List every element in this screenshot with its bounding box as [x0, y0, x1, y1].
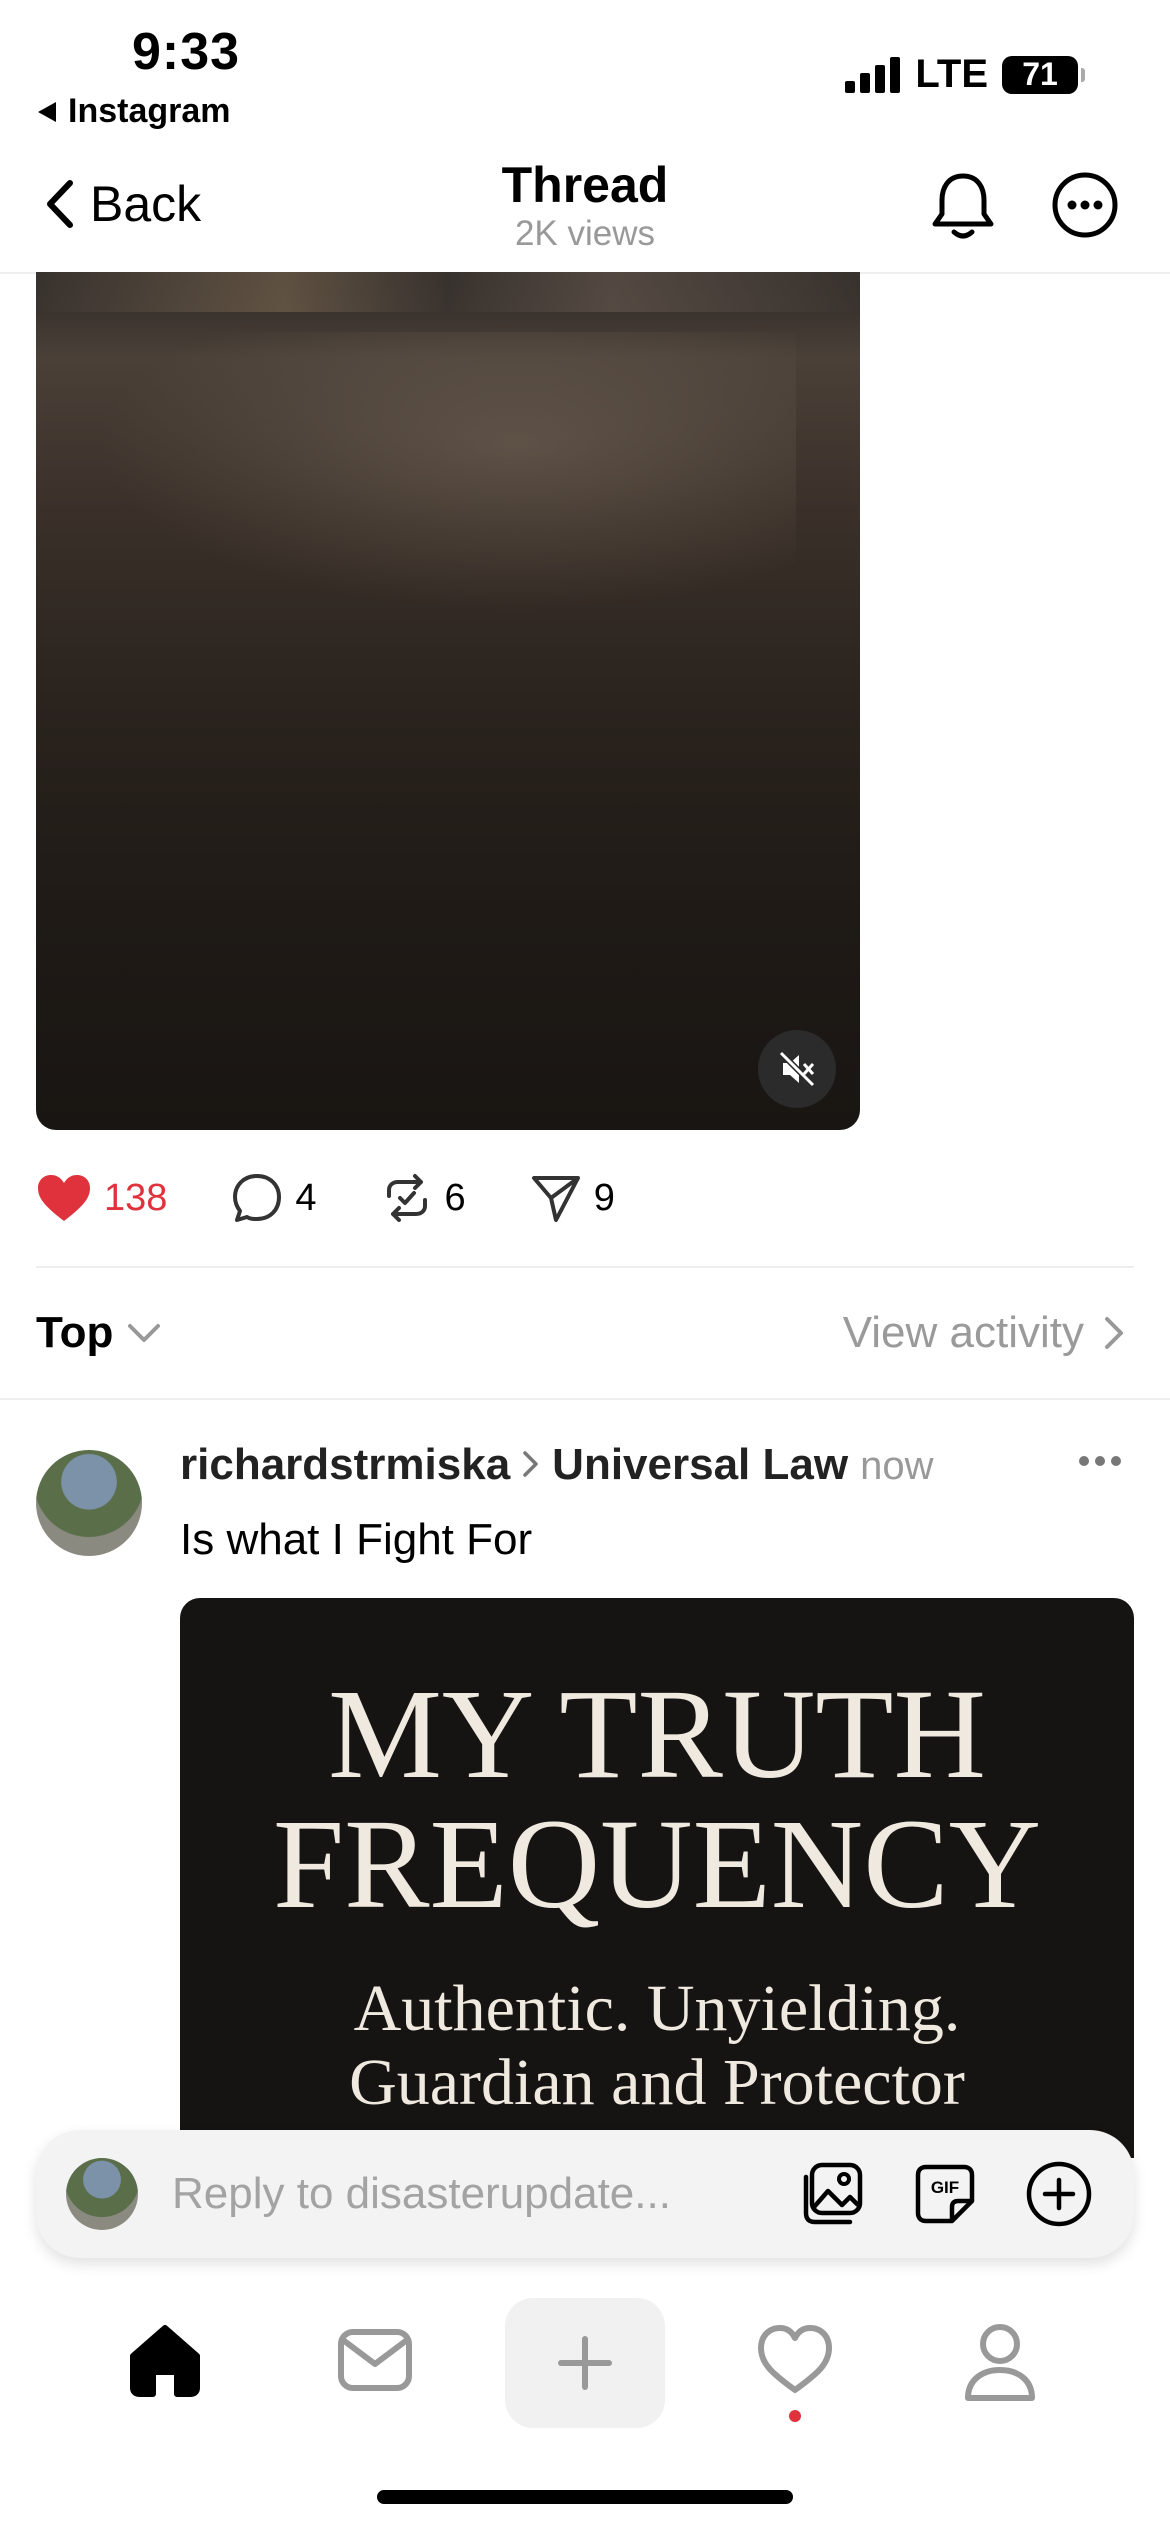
speaker-muted-icon: [778, 1050, 816, 1088]
image-text-line2: FREQUENCY: [272, 1793, 1042, 1935]
reply-composer[interactable]: Reply to disasterupdate... GIF: [36, 2130, 1134, 2258]
chevron-down-icon: [128, 1324, 161, 1342]
reply-author-avatar[interactable]: [36, 1450, 142, 1556]
video-frame-lights: [36, 272, 860, 312]
new-post-button[interactable]: [505, 2298, 665, 2428]
reply-time: now: [860, 1444, 934, 1488]
repost-icon: [386, 1174, 427, 1222]
repost-button[interactable]: 6: [381, 1172, 466, 1224]
plus-icon: [558, 2336, 612, 2390]
chevron-right-icon: [523, 1451, 538, 1477]
sort-dropdown[interactable]: Top: [36, 1308, 161, 1358]
battery-icon: 71: [1002, 55, 1085, 94]
image-text-line4: Guardian and Protector: [349, 2046, 965, 2119]
profile-icon[interactable]: [960, 2322, 1040, 2402]
activity-heart-icon[interactable]: [755, 2322, 835, 2398]
bell-icon[interactable]: [930, 170, 996, 242]
home-indicator: [377, 2490, 793, 2504]
mute-button[interactable]: [758, 1030, 836, 1108]
video-frame-reflection: [96, 332, 796, 612]
reply-text: Is what I Fight For: [180, 1515, 533, 1564]
reply-topic[interactable]: Universal Law: [552, 1440, 848, 1490]
back-to-app-link[interactable]: Instagram: [36, 92, 231, 131]
sort-label: Top: [36, 1308, 114, 1357]
status-indicators: LTE 71: [845, 52, 1085, 97]
home-icon[interactable]: [125, 2322, 205, 2398]
view-activity-link[interactable]: View activity: [843, 1308, 1124, 1358]
gif-icon[interactable]: GIF: [912, 2161, 978, 2227]
sort-divider: [0, 1398, 1170, 1400]
network-label: LTE: [915, 52, 988, 96]
back-arrow-icon: [38, 101, 56, 122]
post-more-icon[interactable]: [1078, 1454, 1122, 1468]
share-button[interactable]: 9: [530, 1172, 615, 1224]
post-actions: 138 4 6 9: [36, 1172, 679, 1224]
actions-divider: [36, 1266, 1134, 1268]
back-app-label: Instagram: [68, 92, 231, 130]
image-text-line3: Authentic. Unyielding.: [353, 1972, 961, 2045]
reply-username[interactable]: richardstrmiska: [180, 1440, 510, 1490]
composer-avatar: [66, 2158, 138, 2230]
notification-dot: [789, 2410, 801, 2422]
like-count: 138: [104, 1176, 168, 1219]
photo-icon[interactable]: [800, 2161, 866, 2227]
signal-icon: [845, 56, 901, 93]
composer-actions: GIF: [800, 2159, 1094, 2229]
repost-count: 6: [444, 1176, 466, 1219]
status-time: 9:33: [132, 23, 241, 81]
heart-filled-icon: [38, 1175, 90, 1221]
view-activity-label: View activity: [842, 1308, 1084, 1357]
reply-input[interactable]: Reply to disasterupdate...: [172, 2169, 800, 2219]
like-button[interactable]: 138: [36, 1173, 167, 1223]
add-circle-icon[interactable]: [1024, 2159, 1094, 2229]
inbox-icon[interactable]: [335, 2322, 415, 2398]
share-count: 9: [593, 1176, 615, 1219]
reply-post-header: richardstrmiska Universal Law now: [180, 1440, 933, 1490]
post-video[interactable]: [36, 272, 860, 1130]
more-options-icon[interactable]: [1050, 170, 1120, 240]
send-icon: [531, 1176, 580, 1222]
comment-button[interactable]: 4: [231, 1172, 317, 1224]
image-text-line1: MY TRUTH: [328, 1663, 986, 1805]
comment-icon: [233, 1174, 282, 1222]
battery-level: 71: [1022, 56, 1058, 92]
comment-count: 4: [295, 1176, 317, 1219]
svg-text:GIF: GIF: [931, 2178, 959, 2197]
reply-image[interactable]: MY TRUTH FREQUENCY Authentic. Unyielding…: [180, 1598, 1134, 2158]
chevron-right-icon: [1105, 1317, 1123, 1349]
